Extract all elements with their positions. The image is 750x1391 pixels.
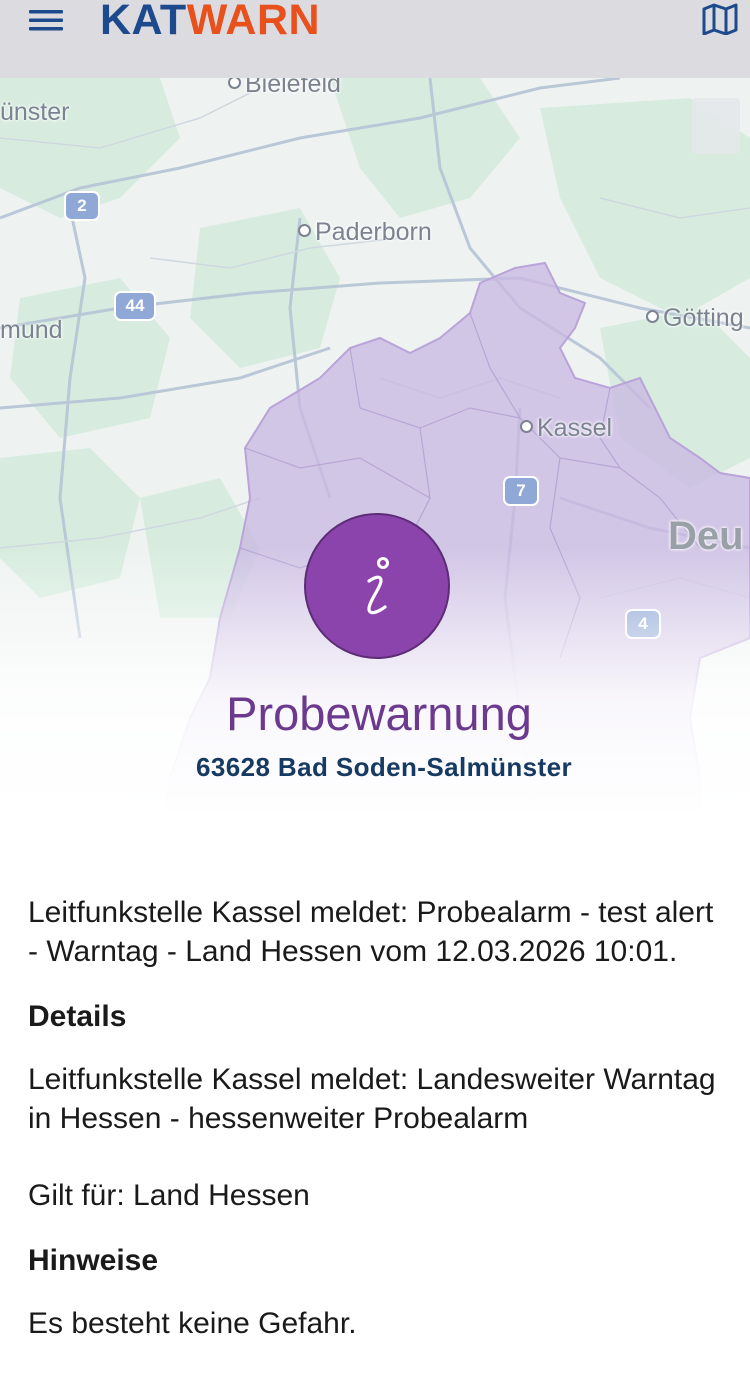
map-label-muenster: ünster	[0, 98, 70, 126]
road-shield-a44: 44	[114, 291, 156, 321]
scope-text: Gilt für: Land Hessen	[28, 1179, 310, 1212]
warning-summary: Leitfunkstelle Kassel meldet: Probealarm…	[28, 896, 714, 968]
map-label-bielefeld: Bielefeld	[228, 78, 341, 99]
logo-warn: WARN	[186, 0, 321, 44]
info-icon	[304, 513, 450, 659]
app-bar: KATWARN	[0, 0, 750, 78]
hamburger-menu-icon[interactable]	[22, 0, 70, 40]
warning-content: Leitfunkstelle Kassel meldet: Probealarm…	[28, 893, 728, 1343]
details-heading: Details	[28, 1000, 127, 1033]
app-logo: KATWARN	[100, 0, 320, 44]
road-shield-a7: 7	[503, 476, 539, 506]
hints-text: Es besteht keine Gefahr.	[28, 1307, 357, 1340]
details-text: Leitfunkstelle Kassel meldet: Landesweit…	[28, 1063, 716, 1135]
logo-kat: KAT	[100, 0, 187, 44]
road-shield-a4: 4	[625, 609, 661, 639]
warning-location: 63628 Bad Soden-Salmünster	[196, 752, 572, 782]
map-label-deutschland: Deu	[668, 514, 744, 558]
map-label-dortmund: mund	[0, 316, 63, 344]
map-label-goettingen: Götting	[646, 304, 744, 333]
road-shield-a2: 2	[64, 191, 100, 221]
hints-heading: Hinweise	[28, 1244, 159, 1277]
map-label-kassel: Kassel	[520, 414, 612, 443]
map-icon[interactable]	[698, 0, 742, 38]
map-label-paderborn: Paderborn	[298, 218, 432, 247]
map-attribution-control[interactable]	[692, 98, 740, 154]
warning-title: Probewarnung	[226, 687, 532, 740]
